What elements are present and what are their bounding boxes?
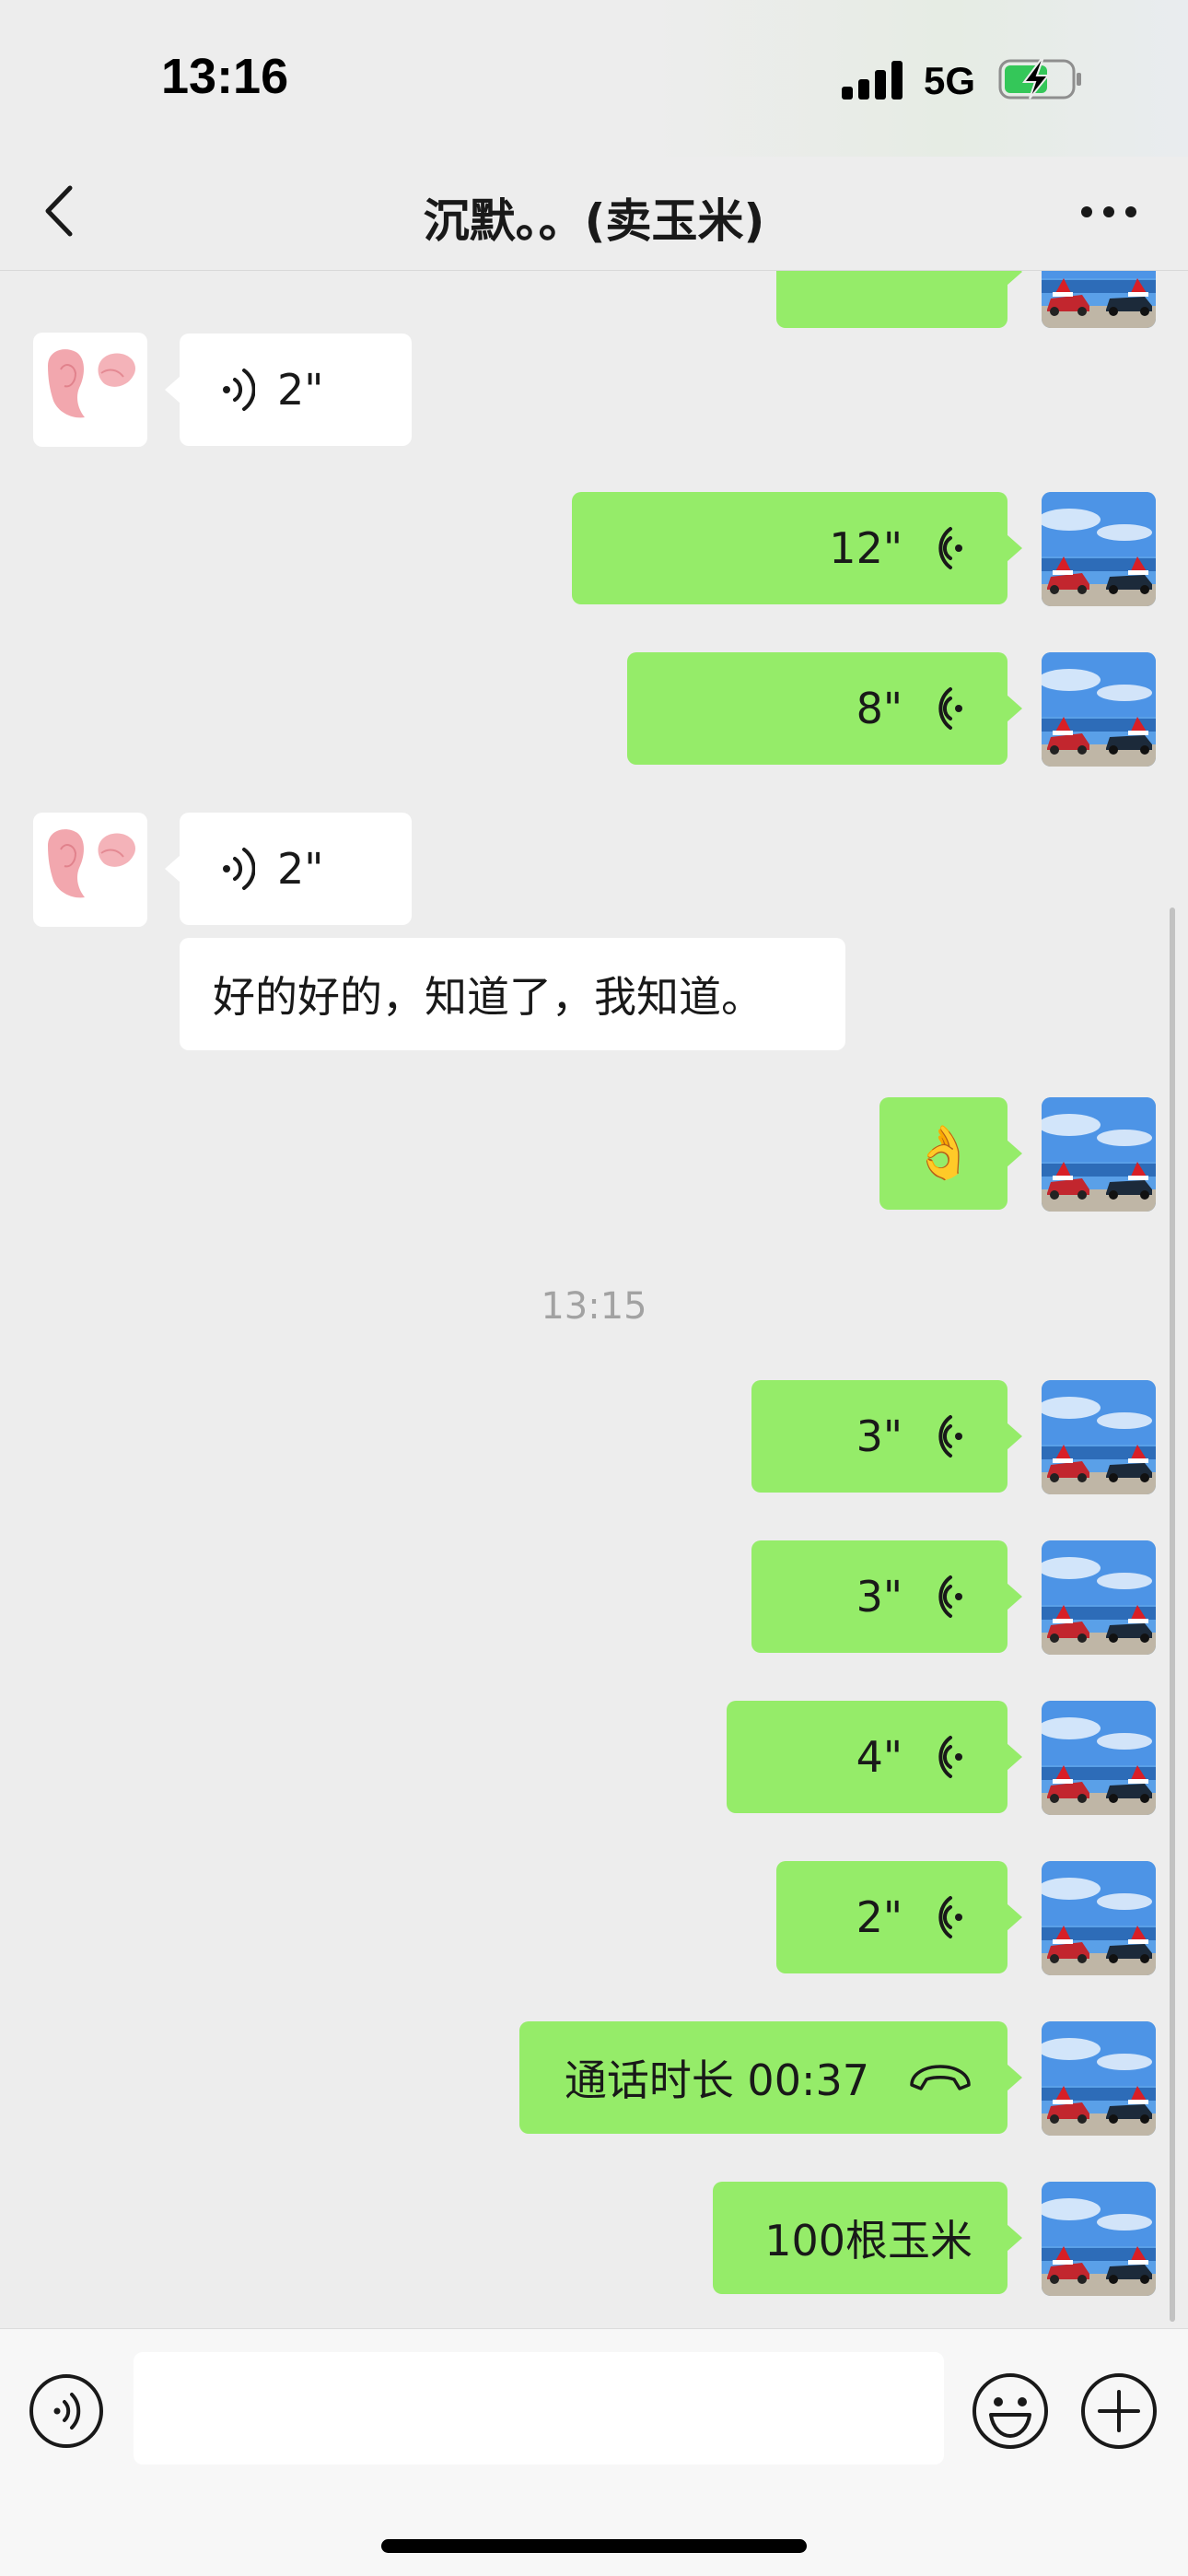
my-avatar[interactable] — [1042, 1380, 1156, 1494]
more-dots-icon[interactable] — [1079, 205, 1138, 219]
nav-bar: 沉默。。(卖玉米) — [0, 157, 1188, 271]
text-message-bubble[interactable]: 100根玉米 — [713, 2182, 1022, 2294]
voice-message-bubble[interactable]: 4" — [727, 1701, 1022, 1813]
emoji-message-bubble[interactable]: 👌 — [879, 1097, 1022, 1210]
scrollbar[interactable] — [1170, 907, 1175, 2322]
voice-duration: 3" — [856, 1572, 903, 1622]
contact-avatar[interactable] — [33, 813, 147, 927]
voice-duration: 2" — [277, 365, 324, 415]
voice-message-bubble[interactable]: 3" — [751, 1540, 1022, 1653]
my-avatar[interactable] — [1042, 1701, 1156, 1815]
voice-duration: 4" — [856, 1732, 903, 1782]
ok-hand-emoji: 👌 — [911, 1123, 976, 1183]
voice-duration: 12" — [829, 523, 903, 573]
my-avatar[interactable] — [1042, 2182, 1156, 2296]
voice-duration: 2" — [277, 844, 324, 894]
my-avatar[interactable] — [1042, 2021, 1156, 2136]
voice-wave-icon — [218, 846, 255, 892]
network-type: 5G — [924, 59, 976, 102]
voice-message-bubble[interactable]: 2" — [165, 813, 412, 925]
call-record-bubble[interactable]: 通话时长 00:37 — [519, 2021, 1022, 2134]
voice-message-bubble[interactable]: 2" — [165, 334, 412, 446]
status-time: 13:16 — [161, 49, 289, 104]
status-bar: 13:16 5G — [0, 0, 1188, 157]
voice-wave-icon — [930, 525, 967, 571]
text-message-bubble[interactable]: 好的好的，知道了，我知道。 — [180, 938, 845, 1050]
battery-charging-icon — [998, 59, 1081, 100]
my-avatar[interactable] — [1042, 1540, 1156, 1655]
chat-title: 沉默。。(卖玉米) — [423, 194, 765, 248]
voice-message-bubble[interactable]: 12" — [572, 492, 1022, 604]
emoji-icon[interactable] — [971, 2371, 1050, 2451]
message-text: 100根玉米 — [764, 2216, 973, 2266]
contact-avatar[interactable] — [33, 333, 147, 447]
voice-duration: 2" — [856, 1892, 903, 1942]
cellular-signal-icon — [842, 61, 903, 100]
plus-icon[interactable] — [1079, 2371, 1159, 2451]
voice-wave-icon — [930, 1574, 967, 1620]
voice-duration: 8" — [856, 684, 903, 733]
my-avatar[interactable] — [1042, 1861, 1156, 1975]
message-bubble-partial[interactable] — [776, 271, 1022, 328]
voice-wave-icon — [930, 1413, 967, 1459]
voice-wave-icon — [930, 685, 967, 732]
voice-message-bubble[interactable]: 2" — [776, 1861, 1022, 1973]
my-avatar[interactable] — [1042, 652, 1156, 767]
voice-wave-icon — [930, 1734, 967, 1780]
call-duration-text: 通话时长 00:37 — [564, 2055, 869, 2105]
message-input[interactable] — [134, 2352, 944, 2465]
voice-wave-icon — [930, 1894, 967, 1940]
my-avatar[interactable] — [1042, 271, 1156, 328]
chat-messages: 2" 12" 8" 2" 好的好的，知道了，我知道。 👌 13:15 3" 3" — [0, 271, 1188, 2328]
message-text: 好的好的，知道了，我知道。 — [213, 972, 763, 1022]
my-avatar[interactable] — [1042, 1097, 1156, 1212]
voice-icon[interactable] — [28, 2372, 105, 2450]
my-avatar[interactable] — [1042, 492, 1156, 606]
voice-message-bubble[interactable]: 3" — [751, 1380, 1022, 1493]
voice-message-bubble[interactable]: 8" — [627, 652, 1022, 765]
home-indicator — [381, 2539, 807, 2553]
voice-wave-icon — [218, 367, 255, 413]
phone-hangup-icon — [910, 2065, 971, 2090]
voice-duration: 3" — [856, 1411, 903, 1461]
timestamp: 13:15 — [541, 1285, 647, 1328]
